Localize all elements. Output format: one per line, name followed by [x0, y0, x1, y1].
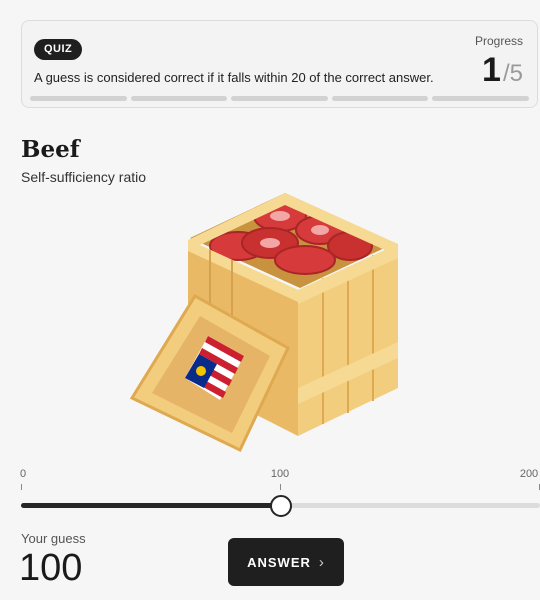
- progress-bar: [30, 96, 529, 101]
- progress-total: 5: [509, 60, 523, 87]
- slider-min-label: 0: [19, 468, 27, 480]
- slider-tick-mid: [280, 484, 281, 490]
- slider-tick-min: [21, 484, 22, 490]
- progress-segment: [331, 96, 429, 101]
- crate-illustration: [129, 193, 398, 453]
- item-title: Beef: [21, 136, 80, 163]
- answer-button[interactable]: ANSWER ›: [228, 538, 344, 586]
- slider-thumb[interactable]: [269, 495, 292, 517]
- slider-max-label: 200: [519, 468, 539, 480]
- slider-track-fill: [21, 503, 281, 508]
- guess-slider[interactable]: 0 100 200: [19, 468, 540, 528]
- progress-segment: [30, 96, 127, 101]
- slider-track[interactable]: [21, 495, 540, 517]
- progress-separator: /: [502, 60, 510, 87]
- item-subtitle: Self-sufficiency ratio: [21, 169, 147, 185]
- progress-segment: [231, 96, 328, 101]
- quiz-rule-text: A guess is considered correct if it fall…: [34, 70, 434, 85]
- progress-segment: [130, 96, 228, 101]
- quiz-badge: QUIZ: [34, 39, 83, 60]
- progress-current: 1: [482, 51, 501, 89]
- progress-label: Progress: [474, 34, 523, 48]
- answer-button-label: ANSWER: [247, 554, 311, 570]
- chevron-right-icon: ›: [318, 553, 325, 571]
- progress-segment: [432, 96, 529, 101]
- guess-label: Your guess: [21, 531, 86, 546]
- quiz-info-card: QUIZ A guess is considered correct if it…: [21, 20, 538, 108]
- guess-value: 100: [19, 547, 83, 589]
- progress-counter: 1 / 5: [482, 51, 523, 90]
- slider-mid-label: 100: [270, 468, 290, 480]
